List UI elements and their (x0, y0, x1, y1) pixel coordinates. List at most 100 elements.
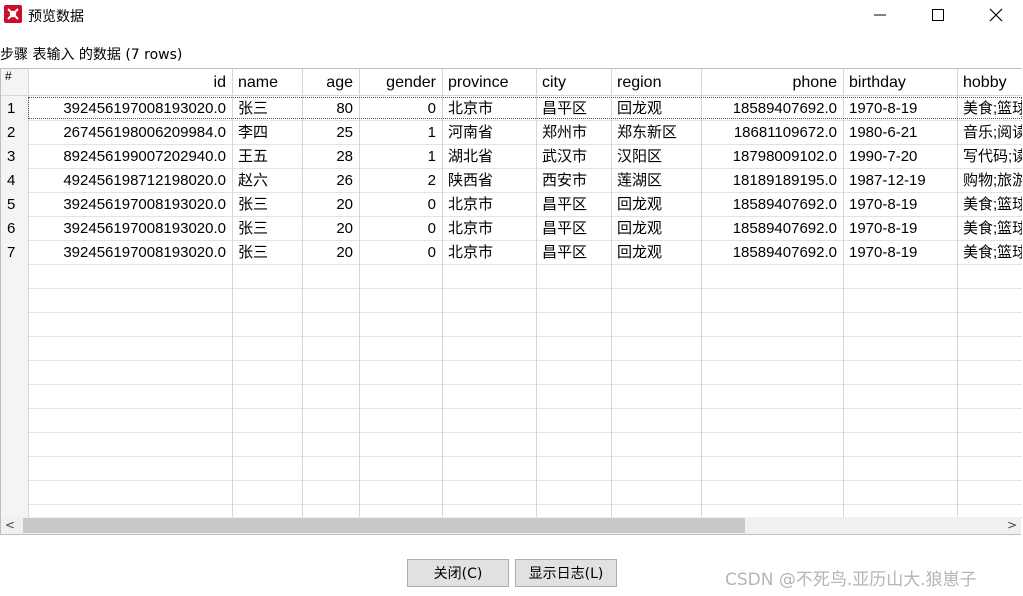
horizontal-scrollbar[interactable]: < > (0, 517, 1021, 535)
table-cell-id[interactable]: 392456197008193020.0 (28, 217, 232, 241)
table-cell-hobby[interactable]: 美食;篮球 (957, 217, 1022, 241)
table-cell-phone[interactable]: 18798009102.0 (701, 145, 843, 169)
column-header-region[interactable]: region (611, 69, 701, 96)
table-cell-city[interactable]: 昌平区 (536, 241, 611, 265)
column-header-birthday[interactable]: birthday (843, 69, 957, 96)
table-cell-gender[interactable]: 0 (359, 217, 442, 241)
table-cell-city[interactable]: 武汉市 (536, 145, 611, 169)
row-number-cell[interactable]: 3 (1, 145, 28, 169)
table-cell-region[interactable]: 汉阳区 (611, 145, 701, 169)
table-cell-province[interactable]: 陕西省 (442, 169, 536, 193)
column-header-gender[interactable]: gender (359, 69, 442, 96)
table-cell-city[interactable]: 郑州市 (536, 121, 611, 145)
table-cell-birthday[interactable]: 1990-7-20 (843, 145, 957, 169)
scroll-right-arrow-icon[interactable]: > (1003, 517, 1021, 534)
table-cell-name[interactable]: 李四 (232, 121, 302, 145)
maximize-button[interactable] (909, 0, 967, 30)
column-header-id[interactable]: id (28, 69, 232, 96)
table-cell-name[interactable]: 张三 (232, 241, 302, 265)
data-grid[interactable]: #1 2 3 4 5 6 7 id 392456197008193020.0 2674561980… (0, 68, 1022, 518)
row-number-cell[interactable]: 6 (1, 217, 28, 241)
table-cell-id[interactable]: 267456198006209984.0 (28, 121, 232, 145)
table-cell-city[interactable]: 西安市 (536, 169, 611, 193)
table-cell-hobby[interactable]: 写代码;读 (957, 145, 1022, 169)
table-cell-phone[interactable]: 18681109672.0 (701, 121, 843, 145)
scrollbar-thumb[interactable] (23, 518, 745, 533)
column-header-name[interactable]: name (232, 69, 302, 96)
table-cell-birthday[interactable]: 1970-8-19 (843, 217, 957, 241)
table-cell-phone[interactable]: 18189189195.0 (701, 169, 843, 193)
table-cell-gender[interactable]: 2 (359, 169, 442, 193)
table-cell-age[interactable]: 25 (302, 121, 359, 145)
table-cell-age[interactable]: 26 (302, 169, 359, 193)
table-cell-age[interactable]: 20 (302, 193, 359, 217)
table-cell-region[interactable]: 回龙观 (611, 97, 701, 121)
table-cell-birthday[interactable]: 1987-12-19 (843, 169, 957, 193)
scroll-left-arrow-icon[interactable]: < (1, 517, 19, 534)
table-cell-name[interactable]: 张三 (232, 217, 302, 241)
table-cell-age[interactable]: 20 (302, 241, 359, 265)
row-number-cell[interactable]: 4 (1, 169, 28, 193)
table-cell-hobby[interactable]: 购物;旅游 (957, 169, 1022, 193)
table-cell-name[interactable]: 王五 (232, 145, 302, 169)
row-number-cell[interactable]: 2 (1, 121, 28, 145)
table-cell-hobby[interactable]: 音乐;阅读 (957, 121, 1022, 145)
table-cell-province[interactable]: 湖北省 (442, 145, 536, 169)
row-number-cell[interactable]: 1 (1, 97, 28, 121)
table-cell-hobby[interactable]: 美食;篮球 (957, 97, 1022, 121)
table-cell-hobby[interactable]: 美食;篮球 (957, 193, 1022, 217)
column-header-city[interactable]: city (536, 69, 611, 96)
table-cell-phone[interactable]: 18589407692.0 (701, 193, 843, 217)
table-cell-age[interactable]: 28 (302, 145, 359, 169)
table-cell-name[interactable]: 张三 (232, 193, 302, 217)
table-cell-gender[interactable]: 1 (359, 121, 442, 145)
table-cell-birthday[interactable]: 1970-8-19 (843, 97, 957, 121)
close-window-button[interactable] (967, 0, 1023, 30)
table-cell-birthday[interactable]: 1970-8-19 (843, 193, 957, 217)
table-cell-phone[interactable]: 18589407692.0 (701, 217, 843, 241)
table-cell-region[interactable]: 回龙观 (611, 241, 701, 265)
minimize-button[interactable] (851, 0, 909, 30)
column-phone: phone 18589407692.0 18681109672.0 187980091… (701, 69, 844, 517)
table-cell-name[interactable]: 赵六 (232, 169, 302, 193)
table-cell-birthday[interactable]: 1970-8-19 (843, 241, 957, 265)
table-cell-id[interactable]: 392456197008193020.0 (28, 97, 232, 121)
table-cell-city[interactable]: 昌平区 (536, 97, 611, 121)
row-number-header[interactable]: # (1, 69, 28, 96)
table-cell-birthday[interactable]: 1980-6-21 (843, 121, 957, 145)
table-cell-id[interactable]: 892456199007202940.0 (28, 145, 232, 169)
table-cell-phone[interactable]: 18589407692.0 (701, 241, 843, 265)
close-button[interactable]: 关闭(C) (407, 559, 509, 587)
table-cell-phone[interactable]: 18589407692.0 (701, 97, 843, 121)
column-header-age[interactable]: age (302, 69, 359, 96)
table-cell-region[interactable]: 回龙观 (611, 217, 701, 241)
table-cell-gender[interactable]: 1 (359, 145, 442, 169)
table-cell-id[interactable]: 392456197008193020.0 (28, 193, 232, 217)
column-header-phone[interactable]: phone (701, 69, 843, 96)
table-cell-city[interactable]: 昌平区 (536, 217, 611, 241)
table-cell-province[interactable]: 北京市 (442, 217, 536, 241)
table-cell-gender[interactable]: 0 (359, 193, 442, 217)
table-cell-province[interactable]: 河南省 (442, 121, 536, 145)
table-cell-region[interactable]: 郑东新区 (611, 121, 701, 145)
table-cell-hobby[interactable]: 美食;篮球 (957, 241, 1022, 265)
table-cell-province[interactable]: 北京市 (442, 97, 536, 121)
show-log-button[interactable]: 显示日志(L) (515, 559, 617, 587)
column-header-province[interactable]: province (442, 69, 536, 96)
table-cell-name[interactable]: 张三 (232, 97, 302, 121)
table-cell-id[interactable]: 392456197008193020.0 (28, 241, 232, 265)
table-cell-province[interactable]: 北京市 (442, 193, 536, 217)
table-cell-gender[interactable]: 0 (359, 241, 442, 265)
table-cell-id[interactable]: 492456198712198020.0 (28, 169, 232, 193)
table-cell-region[interactable]: 莲湖区 (611, 169, 701, 193)
row-number-cell[interactable]: 5 (1, 193, 28, 217)
column-header-hobby[interactable]: hobby (957, 69, 1022, 96)
table-cell-age[interactable]: 80 (302, 97, 359, 121)
table-cell-gender[interactable]: 0 (359, 97, 442, 121)
table-cell-age[interactable]: 20 (302, 217, 359, 241)
table-cell-region[interactable]: 回龙观 (611, 193, 701, 217)
table-cell-province[interactable]: 北京市 (442, 241, 536, 265)
row-number-cell[interactable]: 7 (1, 241, 28, 265)
table-cell-city[interactable]: 昌平区 (536, 193, 611, 217)
minimize-icon (874, 14, 886, 16)
